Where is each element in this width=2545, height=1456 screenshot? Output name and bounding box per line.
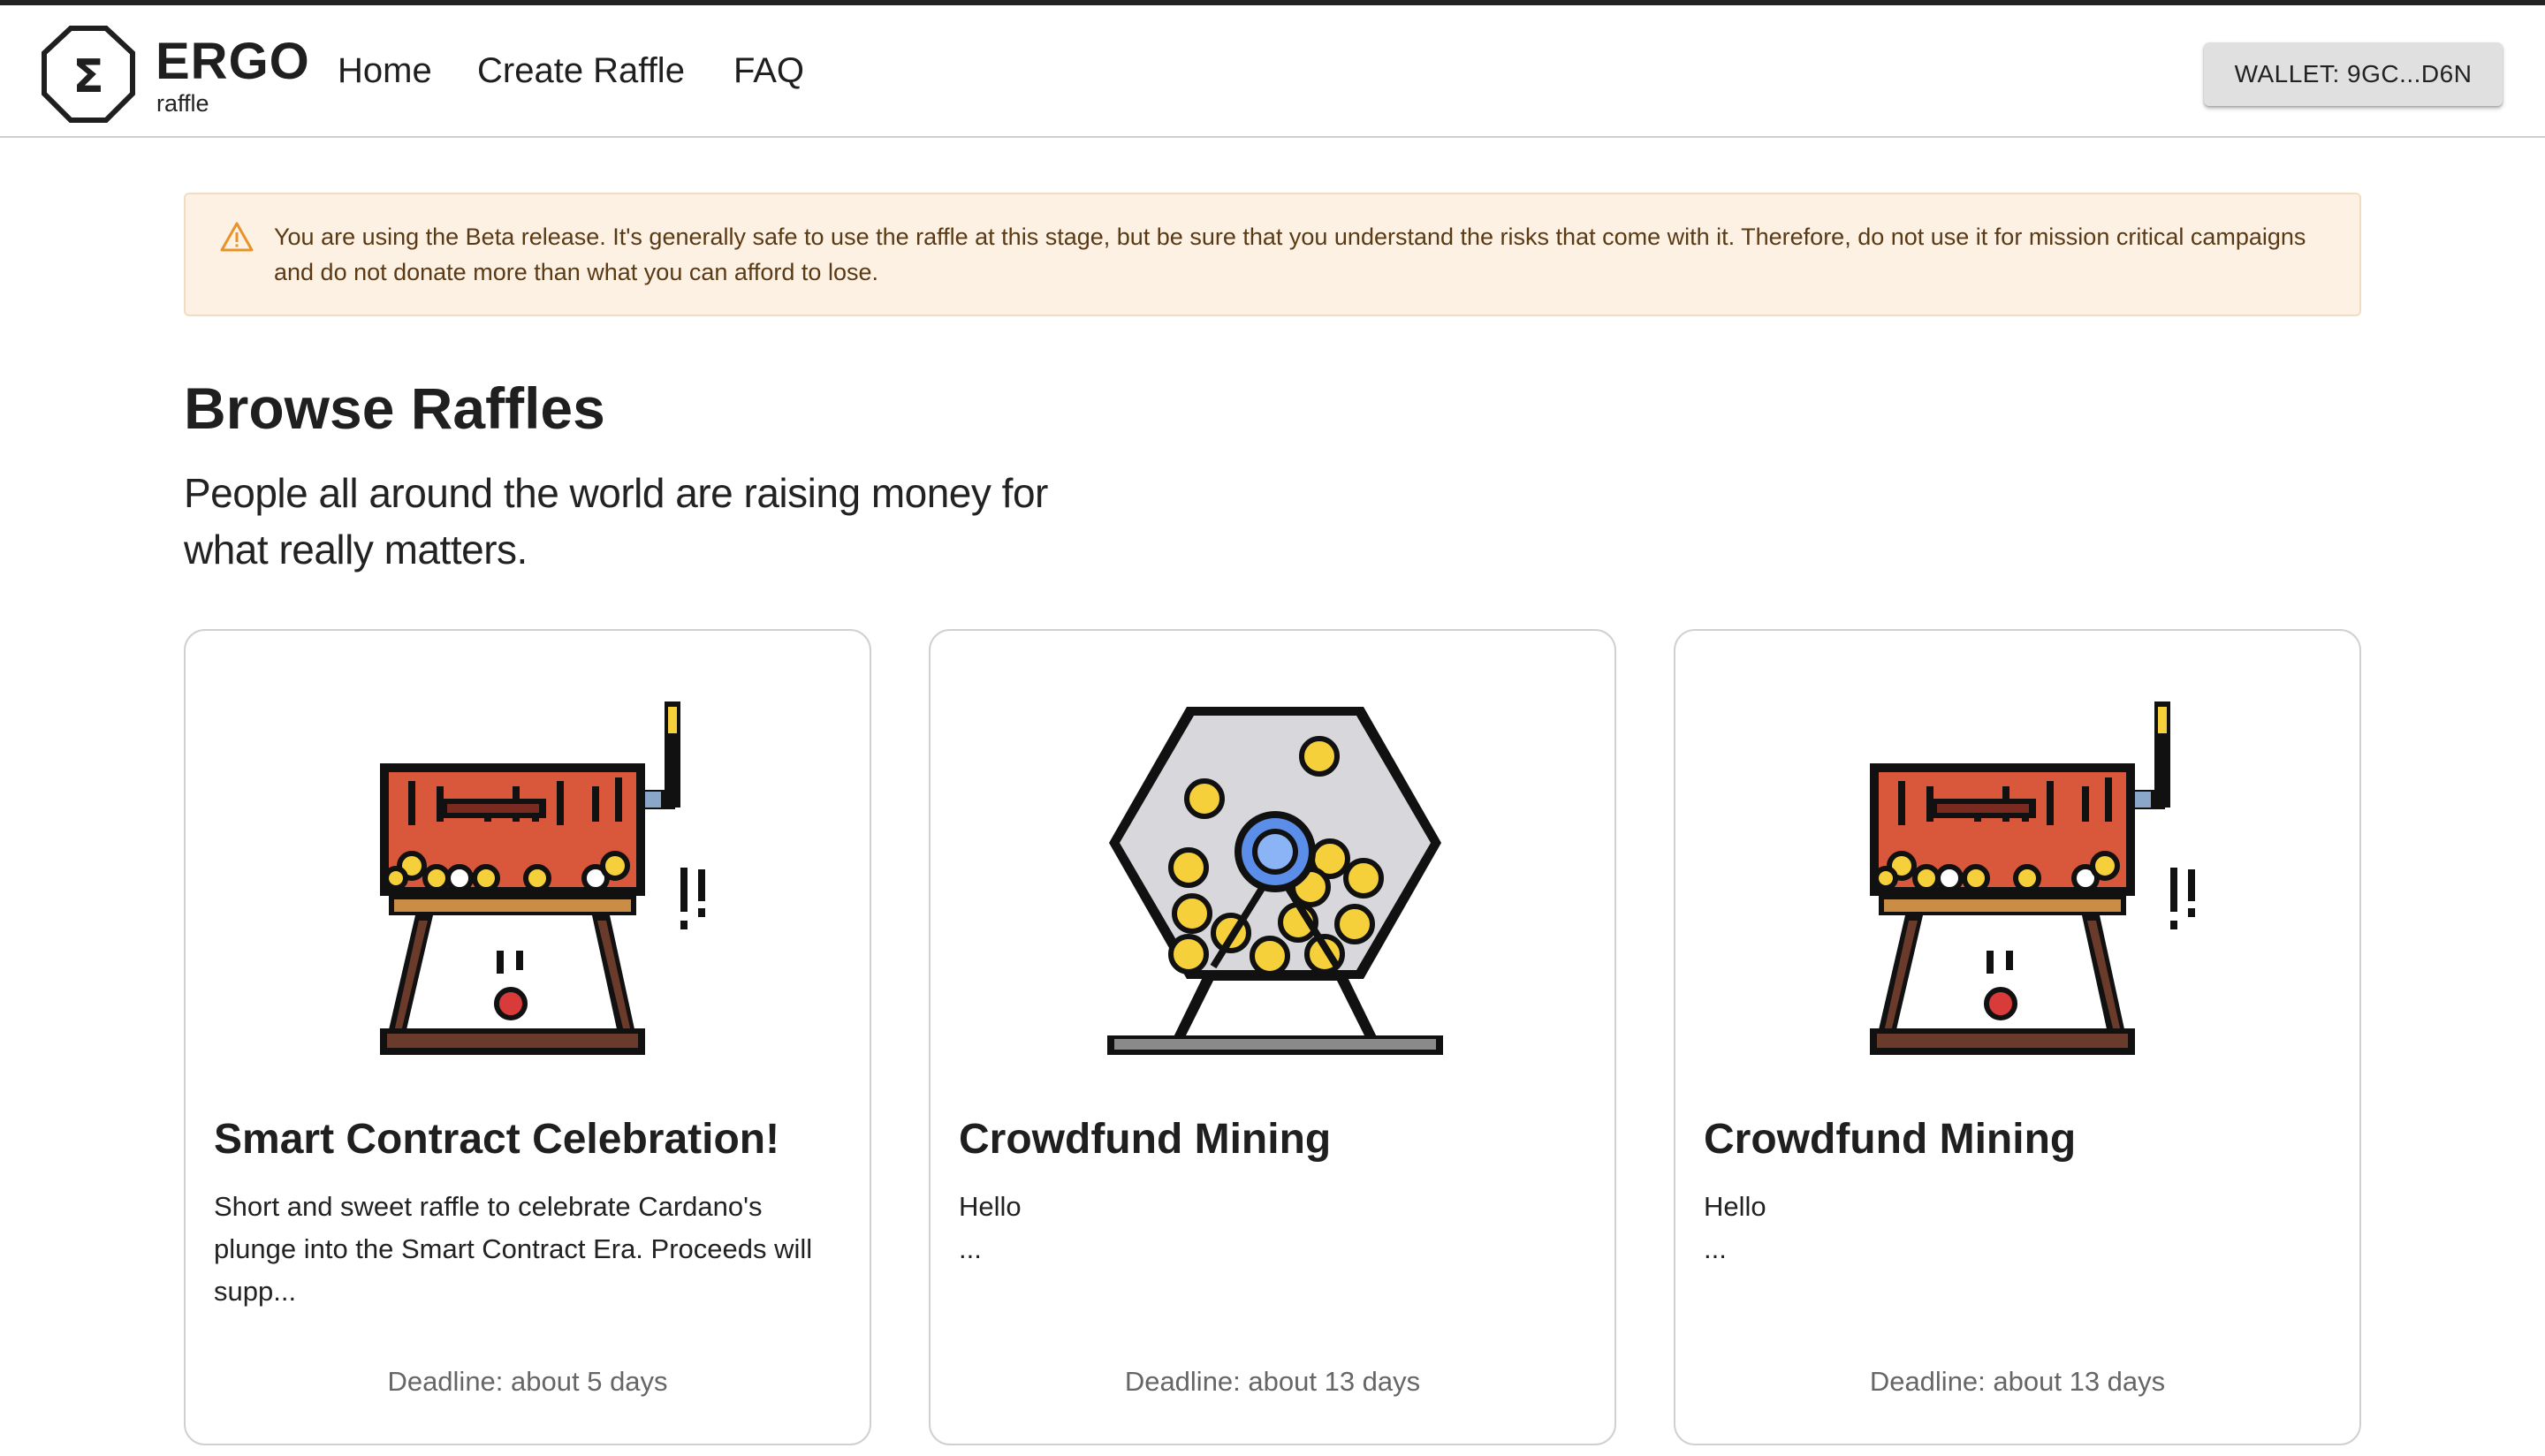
raffle-deadline: Deadline: about 13 days bbox=[1869, 1366, 2166, 1397]
ergo-logo-icon[interactable]: Σ bbox=[39, 25, 138, 124]
raffle-card[interactable]: Smart Contract Celebration! Short and sw… bbox=[184, 629, 871, 1445]
beta-warning-text: You are using the Beta release. It's gen… bbox=[274, 224, 2306, 285]
raffle-title: Crowdfund Mining bbox=[1704, 1116, 2077, 1163]
nav-home-link[interactable]: Home bbox=[338, 51, 432, 91]
nav-create-raffle-link[interactable]: Create Raffle bbox=[477, 51, 685, 91]
nav-faq-link[interactable]: FAQ bbox=[733, 51, 804, 91]
raffle-deadline: Deadline: about 13 days bbox=[1124, 1366, 1421, 1397]
top-navigation-bar: Σ ERGO raffle Home Create Raffle FAQ WAL… bbox=[0, 0, 2545, 138]
raffle-deadline: Deadline: about 5 days bbox=[387, 1366, 668, 1397]
logo-title[interactable]: ERGO bbox=[156, 32, 310, 91]
slot-machine-icon bbox=[1835, 701, 2206, 1055]
raffle-title: Crowdfund Mining bbox=[959, 1116, 1332, 1163]
slot-machine-icon bbox=[345, 701, 716, 1055]
warning-icon bbox=[220, 222, 254, 252]
logo-subtitle: raffle bbox=[156, 90, 209, 117]
beta-warning-banner: You are using the Beta release. It's gen… bbox=[184, 193, 2361, 316]
raffle-description: Hello ... bbox=[959, 1191, 1022, 1264]
raffle-card[interactable]: Crowdfund Mining Hello ... Deadline: abo… bbox=[929, 629, 1616, 1445]
raffle-card[interactable]: Crowdfund Mining Hello ... Deadline: abo… bbox=[1674, 629, 2361, 1445]
lottery-drum-icon bbox=[1090, 701, 1461, 1055]
wallet-button[interactable]: WALLET: 9GC...D6N bbox=[2204, 42, 2503, 106]
logo-symbol: Σ bbox=[72, 50, 104, 103]
page-title: Browse Raffles bbox=[184, 375, 605, 441]
raffle-description: Hello ... bbox=[1704, 1191, 1766, 1264]
raffle-description: Short and sweet raffle to celebrate Card… bbox=[214, 1191, 813, 1307]
page-subtitle: People all around the world are raising … bbox=[184, 470, 1048, 573]
raffle-title: Smart Contract Celebration! bbox=[214, 1116, 780, 1163]
